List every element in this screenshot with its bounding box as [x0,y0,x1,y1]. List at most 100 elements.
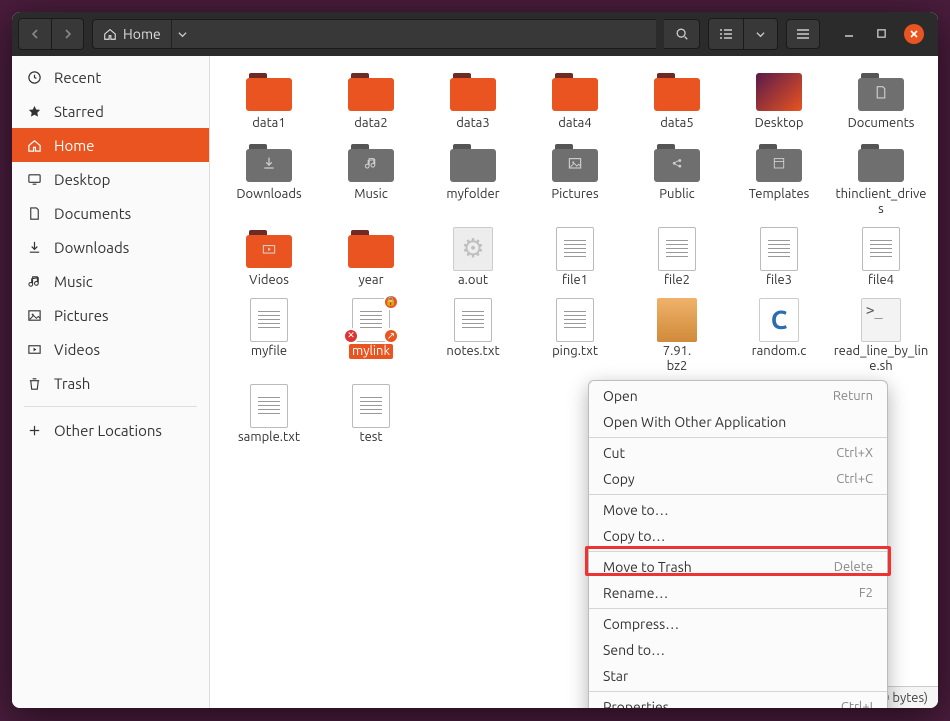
file-item[interactable]: Music [320,135,422,221]
file-item[interactable]: 7.91.bz2 [626,292,728,378]
file-label: Videos [249,273,289,288]
breadcrumb-home[interactable]: Home [93,26,171,42]
context-menu-item[interactable]: Rename…F2 [589,580,887,606]
file-label: Downloads [236,187,301,202]
file-item[interactable]: Documents [830,64,932,135]
star-icon [26,103,42,119]
sidebar-item-videos[interactable]: Videos [12,332,209,366]
sidebar-item-label: Other Locations [54,422,162,439]
close-button[interactable] [904,24,924,44]
file-item[interactable]: file1 [524,221,626,292]
file-icon [245,227,293,271]
file-item[interactable]: file3 [728,221,830,292]
file-item[interactable]: myfile [218,292,320,378]
context-menu-item[interactable]: CutCtrl+X [589,440,887,466]
file-item[interactable]: ping.txt [524,292,626,378]
file-grid-area[interactable]: data1 data2 data3 data4data5DesktopDocument… [210,56,938,708]
file-item[interactable]: notes.txt [422,292,524,378]
file-item[interactable]: data4 [524,64,626,135]
sidebar-item-trash[interactable]: Trash [12,366,209,400]
file-item[interactable]: file4 [830,221,932,292]
context-menu-item[interactable]: Send to… [589,637,887,663]
file-label: ping.txt [552,344,598,359]
file-item[interactable]: Templates [728,135,830,221]
file-item[interactable]: file2 [626,221,728,292]
maximize-button[interactable] [872,24,890,42]
file-item[interactable]: Desktop [728,64,830,135]
sidebar-item-music[interactable]: Music [12,264,209,298]
path-bar[interactable]: Home [92,19,656,49]
file-manager-window: Home RecentStarredHomeD [12,12,938,708]
file-icon [449,141,497,185]
file-item[interactable]: test [320,378,422,449]
file-label: file1 [562,273,588,288]
context-menu-label: Move to… [603,502,669,518]
sidebar-item-starred[interactable]: Starred [12,94,209,128]
file-item[interactable]: data2 [320,64,422,135]
context-menu-label: Star [603,668,628,684]
file-item[interactable]: ⚙a.out [422,221,524,292]
file-item[interactable]: thinclient_drives [830,135,932,221]
file-icon [449,298,497,342]
file-label: file2 [664,273,690,288]
search-button[interactable] [664,19,700,49]
file-label: data3 [456,116,489,131]
view-dropdown-button[interactable] [743,19,777,49]
forward-button[interactable] [51,19,83,49]
sidebar-item-label: Home [54,137,94,154]
file-icon [449,70,497,114]
sidebar-item-other-locations[interactable]: Other Locations [12,413,209,447]
sidebar-item-pictures[interactable]: Pictures [12,298,209,332]
file-item[interactable]: data1 [218,64,320,135]
context-menu-item[interactable]: OpenReturn [589,383,887,409]
sidebar-item-home[interactable]: Home [12,128,209,162]
hamburger-menu-button[interactable] [786,19,820,49]
sidebar-item-documents[interactable]: Documents [12,196,209,230]
file-item[interactable]: data3 [422,64,524,135]
file-icon [551,70,599,114]
sidebar-item-desktop[interactable]: Desktop [12,162,209,196]
file-icon [347,227,395,271]
hamburger-icon [796,28,810,40]
sidebar-item-recent[interactable]: Recent [12,60,209,94]
context-menu-label: Send to… [603,642,665,658]
file-item[interactable]: 🔒✕↗mylink [320,292,422,378]
file-item[interactable]: >_read_line_by_line.sh [830,292,932,378]
context-menu-accel: Delete [834,560,873,574]
file-item[interactable]: Videos [218,221,320,292]
context-menu-item[interactable]: Copy to… [589,523,887,549]
file-item[interactable]: Pictures [524,135,626,221]
file-item[interactable]: Crandom.c [728,292,830,378]
sidebar-item-label: Downloads [54,239,129,256]
context-menu-item[interactable]: Star [589,663,887,689]
context-menu-item[interactable]: CopyCtrl+C [589,466,887,492]
back-button[interactable] [19,19,51,49]
file-item[interactable]: year [320,221,422,292]
file-item[interactable]: myfolder [422,135,524,221]
error-emblem-icon: ✕ [343,328,359,344]
file-label: test [359,430,382,445]
sidebar-item-downloads[interactable]: Downloads [12,230,209,264]
minimize-button[interactable] [840,24,858,42]
file-label: mylink [349,344,393,359]
context-menu-item[interactable]: Move to TrashDelete [589,554,887,580]
file-icon [551,298,599,342]
file-label: thinclient_drives [833,187,929,217]
file-item[interactable]: Downloads [218,135,320,221]
file-item[interactable]: data5 [626,64,728,135]
context-menu-item[interactable]: Open With Other Application [589,409,887,435]
view-mode-group [708,18,778,50]
breadcrumb-dropdown[interactable] [171,20,193,48]
file-item[interactable]: Public [626,135,728,221]
context-menu-item[interactable]: Move to… [589,497,887,523]
minimize-icon [843,27,855,39]
context-menu-item[interactable]: PropertiesCtrl+I [589,694,887,708]
file-item[interactable]: sample.txt [218,378,320,449]
list-view-button[interactable] [709,19,743,49]
context-menu-label: Rename… [603,585,668,601]
context-menu-item[interactable]: Compress… [589,611,887,637]
context-menu-label: Open [603,388,638,404]
file-icon [653,70,701,114]
file-label: data1 [252,116,285,131]
file-icon [347,384,395,428]
